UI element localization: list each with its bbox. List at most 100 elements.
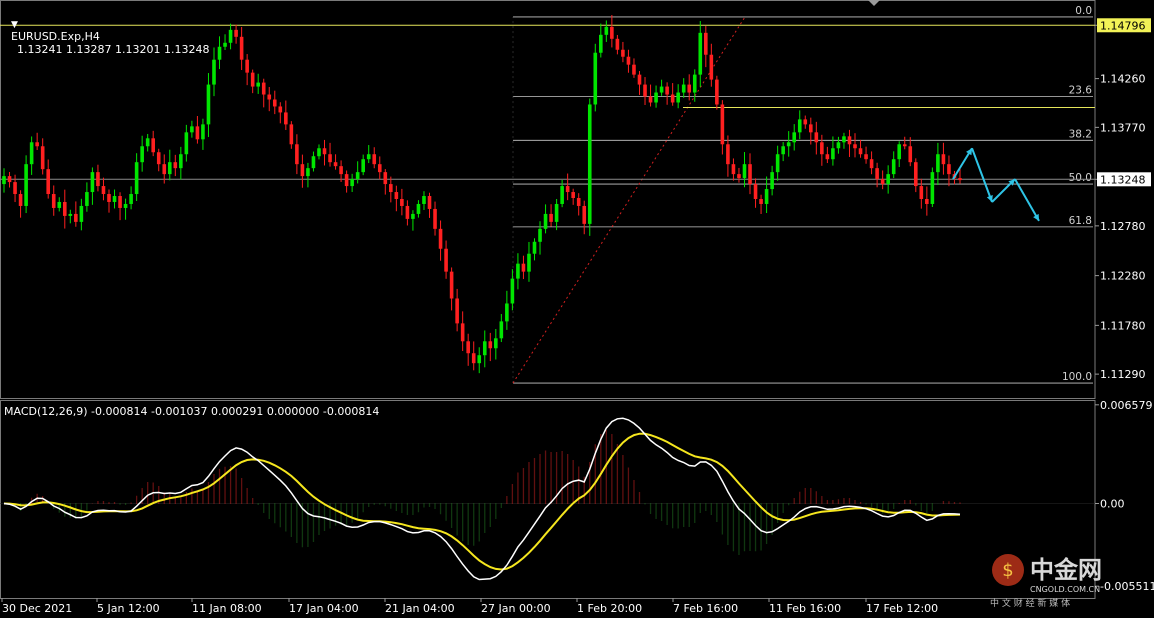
candle-body xyxy=(267,94,272,100)
watermark-brand: 中金网 xyxy=(1030,556,1102,584)
candle-body xyxy=(775,154,780,173)
candle-body xyxy=(704,32,708,55)
candle-body xyxy=(7,176,12,183)
candle-body xyxy=(162,164,167,175)
candle-body xyxy=(372,154,377,165)
candle-body xyxy=(350,179,354,187)
candle-body xyxy=(344,174,349,187)
candle-body xyxy=(897,144,902,160)
candle-body xyxy=(643,84,647,97)
candle-body xyxy=(814,132,819,143)
fibonacci-level-label: 38.2 xyxy=(1069,128,1092,140)
fibonacci-level-label: 0.0 xyxy=(1075,5,1092,17)
candle-body xyxy=(560,186,564,204)
candle-body xyxy=(742,164,747,179)
candle-body xyxy=(438,228,443,249)
candle-body xyxy=(709,54,714,80)
candle-body xyxy=(720,104,725,145)
candle-body xyxy=(902,144,907,147)
candle-body xyxy=(377,164,382,173)
watermark-tagline: 中 文 财 经 新 媒 体 xyxy=(990,597,1070,609)
candle-body xyxy=(610,26,614,39)
candle-body xyxy=(731,164,736,175)
fibonacci-level-label: 23.6 xyxy=(1069,85,1093,97)
candle-body xyxy=(295,144,299,165)
candle-body xyxy=(477,355,482,364)
candle-body xyxy=(842,136,846,143)
ohlc-values: 1.13241 1.13287 1.13201 1.13248 xyxy=(17,43,210,56)
macd-axis-label: 0.00 xyxy=(1100,498,1125,511)
time-axis-label: 17 Jan 04:00 xyxy=(289,602,359,615)
candle-body xyxy=(40,146,45,170)
candle-body xyxy=(494,338,498,349)
candle-body xyxy=(764,189,769,204)
candle-body xyxy=(864,154,868,160)
candle-body xyxy=(239,36,244,60)
candle-body xyxy=(880,179,885,185)
candle-body xyxy=(786,142,791,147)
dropdown-icon[interactable]: ▼ xyxy=(11,20,18,30)
candle-body xyxy=(549,213,553,222)
candle-body xyxy=(599,34,603,53)
candle-body xyxy=(587,104,592,224)
candle-body xyxy=(803,119,808,125)
candle-body xyxy=(836,142,841,149)
candle-body xyxy=(18,194,23,206)
candle-body xyxy=(101,186,106,195)
candle-body xyxy=(212,59,216,85)
candle-body xyxy=(941,154,946,165)
candle-body xyxy=(317,148,321,157)
candle-body xyxy=(311,156,316,169)
candle-body xyxy=(284,112,288,125)
candle-body xyxy=(217,46,222,60)
candle-body xyxy=(958,178,962,181)
candle-body xyxy=(626,56,631,65)
candle-body xyxy=(908,146,913,163)
candle-body xyxy=(505,303,509,322)
cngold-logo-glyph: $ xyxy=(1002,560,1013,581)
candle-body xyxy=(427,196,432,209)
time-axis-label: 17 Feb 12:00 xyxy=(866,602,938,615)
symbol-label: EURUSD.Exp,H4 xyxy=(11,30,100,43)
candle-body xyxy=(593,52,598,105)
candle-body xyxy=(466,341,470,354)
candle-body xyxy=(869,159,874,169)
candle-body xyxy=(145,138,150,147)
candle-body xyxy=(831,148,835,160)
candle-body xyxy=(184,132,189,155)
candle-body xyxy=(167,162,172,175)
candle-body xyxy=(681,84,686,93)
candle-body xyxy=(797,119,802,133)
candle-body xyxy=(770,172,774,190)
candle-body xyxy=(554,203,559,222)
candle-body xyxy=(411,213,415,219)
candle-body xyxy=(151,138,156,153)
price-axis-label: 1.12280 xyxy=(1100,270,1146,283)
candle-body xyxy=(858,148,863,155)
candle-body xyxy=(134,162,139,195)
forecast-arrow xyxy=(971,147,993,203)
candle-body xyxy=(781,146,785,155)
candle-body xyxy=(676,92,680,103)
candle-body xyxy=(527,253,531,272)
candle-body xyxy=(272,99,277,107)
candle-body xyxy=(532,241,537,254)
candle-body xyxy=(328,154,332,163)
candle-body xyxy=(455,298,459,324)
candle-body xyxy=(201,124,205,140)
price-axis-label: 1.11290 xyxy=(1100,368,1146,381)
candle-body xyxy=(416,203,421,214)
candle-body xyxy=(449,271,454,299)
fibonacci-level-label: 50.0 xyxy=(1069,172,1092,184)
candle-body xyxy=(715,79,719,105)
candle-body xyxy=(621,49,625,57)
candle-body xyxy=(179,154,183,169)
candle-body xyxy=(107,194,111,202)
symbol-header: ▼ EURUSD.Exp,H4 1.13241 1.13287 1.13201 … xyxy=(4,4,209,56)
candle-body xyxy=(853,144,857,149)
candle-body xyxy=(13,182,17,195)
candle-body xyxy=(223,42,227,47)
candle-body xyxy=(847,136,852,145)
fibonacci-level-label: 61.8 xyxy=(1069,215,1092,227)
price-axis-label: 1.11780 xyxy=(1100,319,1146,332)
